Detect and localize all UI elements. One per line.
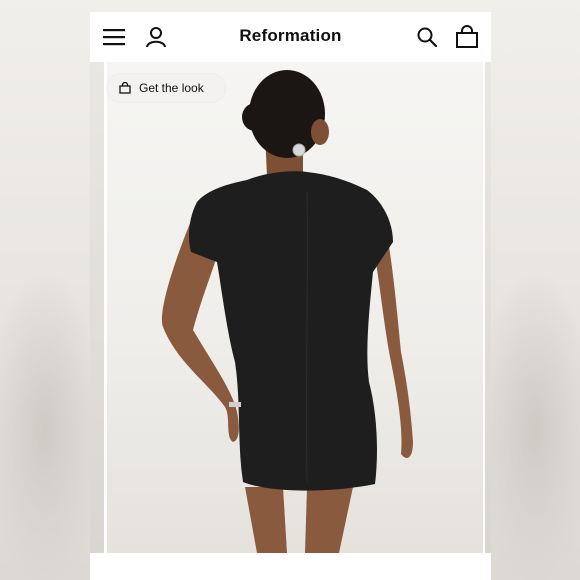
get-the-look-label: Get the look — [139, 81, 204, 95]
shopping-bag-icon[interactable] — [454, 24, 480, 50]
phone-screen: Reformation Get the look — [90, 12, 491, 580]
shopping-bag-icon — [119, 82, 131, 94]
top-navigation-bar: Reformation — [90, 12, 491, 62]
product-image[interactable] — [107, 62, 483, 553]
model-illustration — [161, 70, 413, 553]
next-image-edge[interactable] — [485, 62, 491, 553]
bottom-area — [90, 553, 491, 580]
previous-image-edge[interactable] — [90, 62, 104, 553]
search-icon[interactable] — [415, 25, 439, 49]
get-the-look-button[interactable]: Get the look — [107, 74, 225, 102]
